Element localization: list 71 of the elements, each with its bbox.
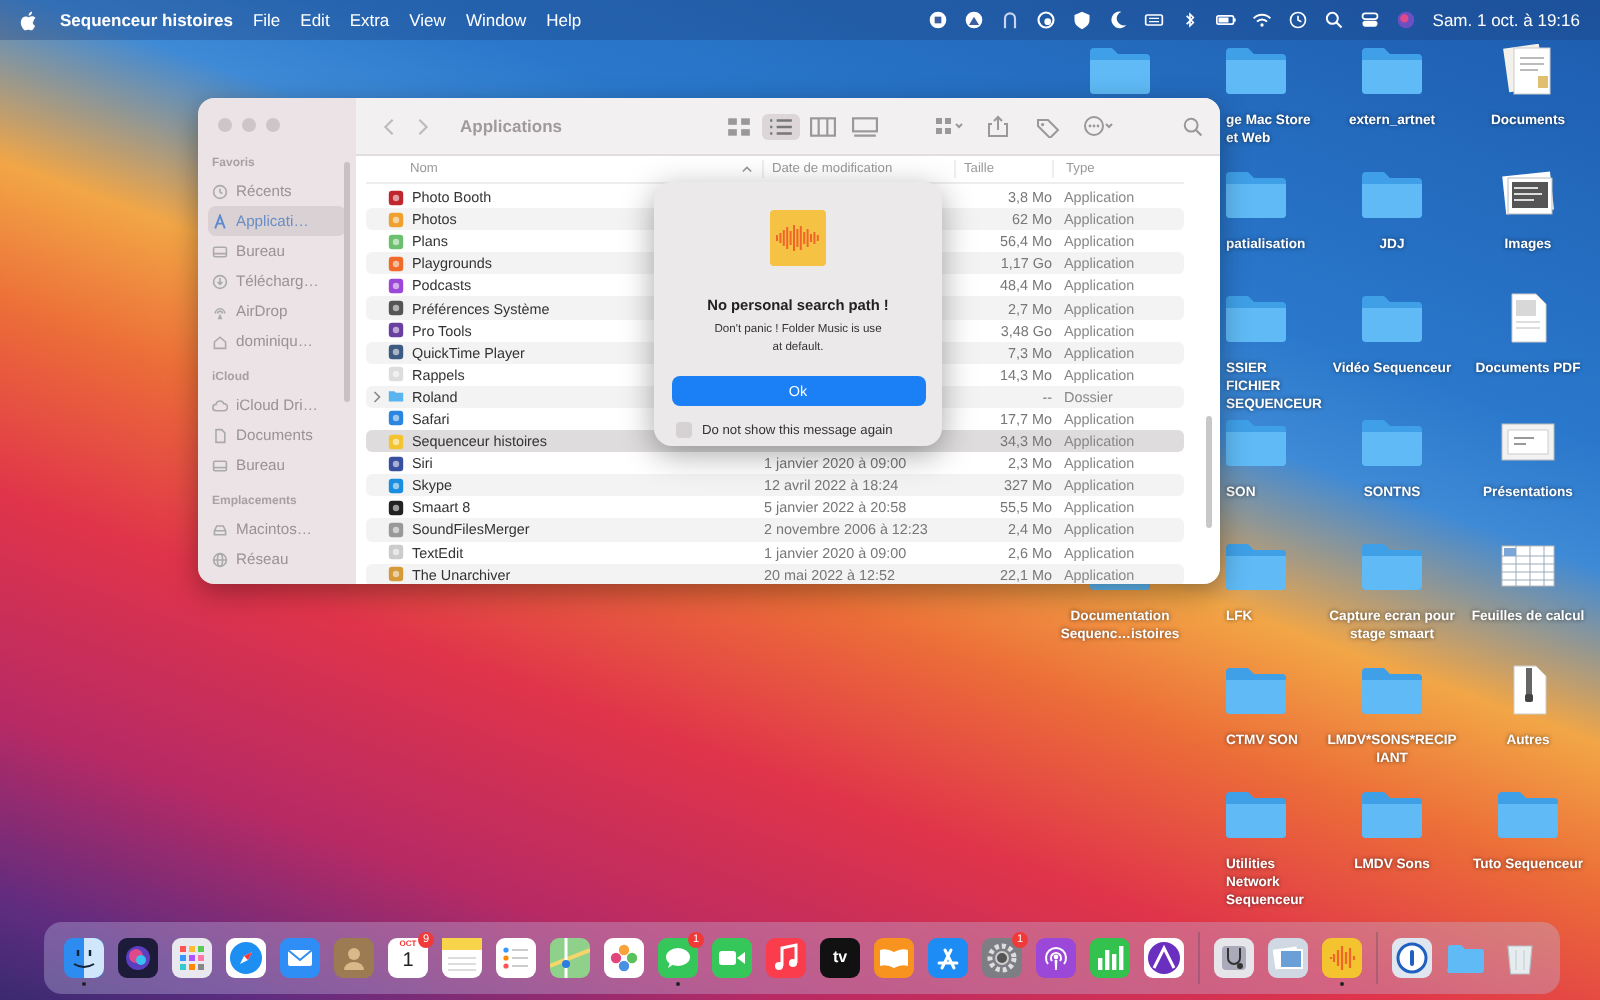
monitor-icon xyxy=(212,243,228,259)
person-circle-icon[interactable] xyxy=(964,10,985,30)
flower-icon[interactable] xyxy=(604,937,644,977)
checklist-icon[interactable] xyxy=(496,937,536,977)
sort-caret-icon[interactable] xyxy=(740,164,754,174)
waveform-icon xyxy=(770,210,826,266)
address-book-icon[interactable] xyxy=(334,937,374,977)
video-camera-icon[interactable] xyxy=(712,937,752,977)
split-face-icon[interactable] xyxy=(64,937,104,977)
gear-icon[interactable] xyxy=(982,937,1022,977)
disclosure-chevron-icon[interactable] xyxy=(372,389,382,404)
envelope-icon[interactable] xyxy=(280,937,320,977)
open-book-icon[interactable] xyxy=(874,937,914,977)
tag-icon[interactable] xyxy=(1032,114,1064,138)
moon-icon[interactable] xyxy=(1108,10,1129,30)
list-icon[interactable] xyxy=(762,113,800,139)
columns-icon[interactable] xyxy=(804,113,842,139)
search-icon[interactable] xyxy=(1324,10,1345,30)
share-icon[interactable] xyxy=(982,114,1014,138)
app-menu[interactable]: Sequenceur histoires xyxy=(60,10,233,30)
cloud-icon xyxy=(212,397,228,413)
stethoscope-icon[interactable] xyxy=(1214,937,1254,977)
clock[interactable]: Sam. 1 oct. à 19:16 xyxy=(1432,10,1580,30)
apple-logo-icon[interactable] xyxy=(20,9,38,31)
arch-icon[interactable] xyxy=(1000,10,1021,30)
wifi-icon[interactable] xyxy=(1252,10,1273,30)
clock-icon xyxy=(212,183,228,199)
broadcast-icon[interactable] xyxy=(1036,937,1076,977)
photo-stack-icon[interactable] xyxy=(1268,937,1308,977)
letter-a-icon xyxy=(212,213,228,229)
monitor-icon xyxy=(212,457,228,473)
shield-icon[interactable] xyxy=(1072,10,1093,30)
globe-icon xyxy=(212,551,228,567)
menu-item[interactable]: Help xyxy=(546,10,582,30)
house-icon xyxy=(212,333,228,349)
waveform-icon[interactable] xyxy=(1322,937,1362,977)
download-icon xyxy=(212,273,228,289)
scroll-thumb[interactable] xyxy=(1206,416,1212,528)
calendar-day: 1 xyxy=(402,949,414,973)
notepad-icon[interactable] xyxy=(442,937,482,977)
more-icon[interactable] xyxy=(1082,114,1114,138)
menu-item[interactable]: View xyxy=(409,10,446,30)
keyhole-icon[interactable] xyxy=(1392,937,1432,977)
drive-icon xyxy=(212,521,228,537)
menu-item[interactable]: Extra xyxy=(349,10,390,30)
stylized-a-icon[interactable] xyxy=(928,937,968,977)
tv-label: tv xyxy=(832,948,848,966)
scroll-thumb[interactable] xyxy=(344,162,350,402)
window-title: Applications xyxy=(460,116,565,136)
control-center-icon[interactable] xyxy=(1360,10,1381,30)
gallery-icon[interactable] xyxy=(846,113,884,139)
speech-bubble-icon[interactable] xyxy=(658,937,698,977)
menu-item[interactable]: Edit xyxy=(300,10,330,30)
map-icon[interactable] xyxy=(550,937,590,977)
compass-icon[interactable] xyxy=(226,937,266,977)
menu-item[interactable]: File xyxy=(252,10,281,30)
battery-icon[interactable] xyxy=(1216,10,1237,30)
tv-app-icon[interactable]: tv xyxy=(820,937,860,977)
bar-chart-icon[interactable] xyxy=(1090,937,1130,977)
clock-icon[interactable] xyxy=(1288,10,1309,30)
refresh-circle-icon[interactable] xyxy=(1036,10,1057,30)
group-icon[interactable] xyxy=(932,114,964,138)
music-note-icon[interactable] xyxy=(766,937,806,977)
keyboard-icon[interactable] xyxy=(1144,10,1165,30)
menu-item[interactable]: Window xyxy=(465,10,527,30)
document-icon xyxy=(212,427,228,443)
airdrop-icon xyxy=(212,303,228,319)
stop-circle-icon[interactable] xyxy=(928,10,949,30)
arch-logo-icon[interactable] xyxy=(1144,937,1184,977)
orb-icon[interactable] xyxy=(118,937,158,977)
app-grid-icon[interactable] xyxy=(172,937,212,977)
